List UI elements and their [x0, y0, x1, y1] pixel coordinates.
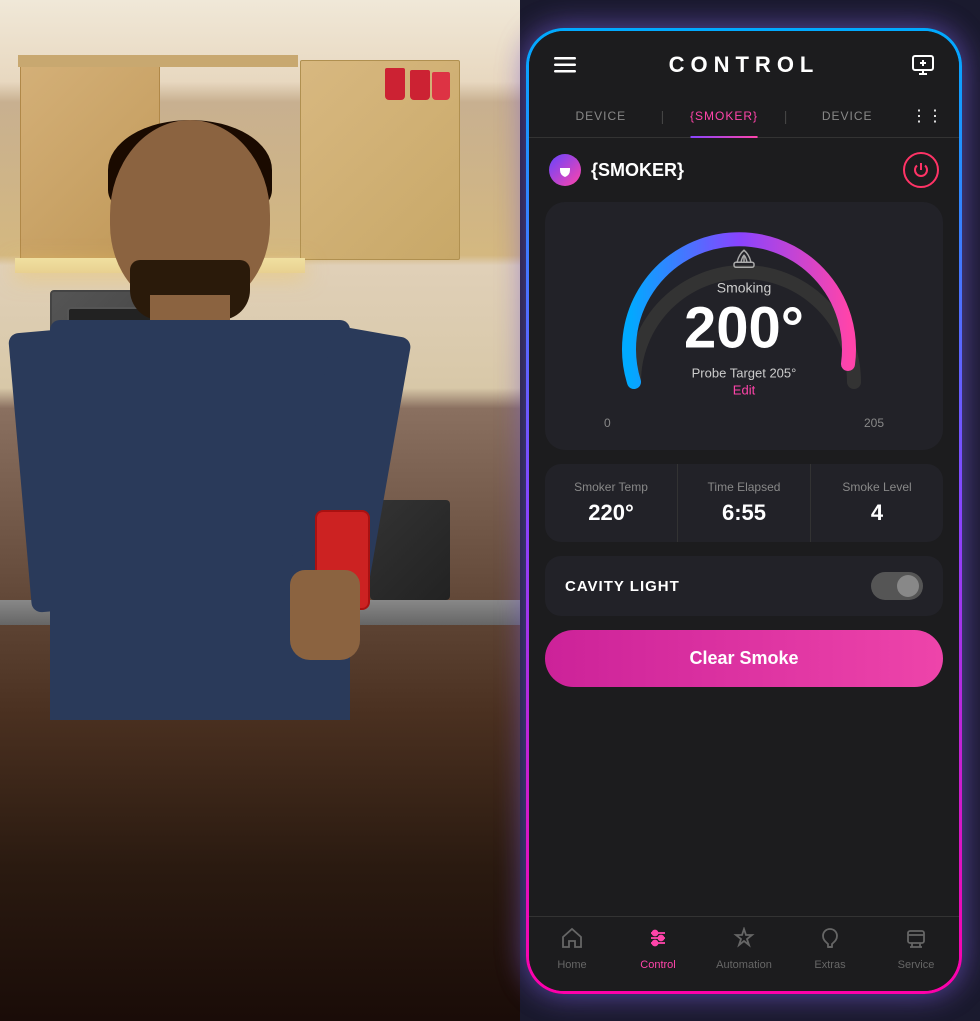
- clear-smoke-button[interactable]: Clear Smoke: [545, 630, 943, 687]
- gauge-scale: 0 205: [604, 416, 884, 430]
- power-button[interactable]: [903, 152, 939, 188]
- tab-separator-1: |: [661, 108, 665, 124]
- nav-extras[interactable]: Extras: [787, 927, 873, 971]
- cavity-light-toggle[interactable]: [871, 572, 923, 600]
- person-hand: [290, 570, 360, 660]
- cup-2: [385, 68, 405, 100]
- app-title: CONTROL: [669, 52, 820, 78]
- stat-smoke-value: 4: [819, 500, 935, 526]
- person: [30, 120, 370, 1020]
- tabs-bar: DEVICE | {SMOKER} | DEVICE ⋮⋮: [529, 95, 959, 138]
- phone-display-area: CONTROL DEVICE: [520, 0, 980, 1021]
- tab-device-1[interactable]: DEVICE: [545, 103, 657, 129]
- stat-time-value: 6:55: [686, 500, 802, 526]
- stat-smoker-temp-value: 220°: [553, 500, 669, 526]
- mode-label: Smoking: [684, 279, 804, 295]
- current-temperature: 200°: [684, 299, 804, 357]
- phone-frame: CONTROL DEVICE: [526, 28, 962, 994]
- nav-automation-label: Automation: [716, 959, 772, 971]
- tab-smoker[interactable]: {SMOKER}: [668, 103, 780, 129]
- menu-icon[interactable]: [549, 49, 581, 81]
- cavity-light-label: CAVITY LIGHT: [565, 578, 680, 595]
- nav-control-label: Control: [640, 959, 675, 971]
- nav-automation[interactable]: Automation: [701, 927, 787, 971]
- extras-icon: [819, 927, 841, 955]
- probe-target-label: Probe Target 205°: [684, 365, 804, 380]
- stat-smoker-temp-label: Smoker Temp: [553, 480, 669, 494]
- toggle-knob: [897, 575, 919, 597]
- stat-smoker-temp: Smoker Temp 220°: [545, 464, 678, 542]
- add-device-icon[interactable]: [907, 49, 939, 81]
- automation-icon: [733, 927, 755, 955]
- cup-1: [410, 70, 430, 100]
- stat-time-elapsed: Time Elapsed 6:55: [678, 464, 811, 542]
- cup-3: [432, 72, 450, 100]
- app-content: {SMOKER}: [529, 138, 959, 916]
- scale-max: 205: [864, 416, 884, 430]
- cabinet-shelf: [18, 55, 298, 67]
- nav-home[interactable]: Home: [529, 927, 615, 971]
- nav-service[interactable]: Service: [873, 927, 959, 971]
- edit-link[interactable]: Edit: [684, 382, 804, 397]
- app-header: CONTROL: [529, 31, 959, 95]
- gauge-wrapper: Smoking 200° Probe Target 205° Edit: [604, 212, 884, 412]
- stat-smoke-level: Smoke Level 4: [811, 464, 943, 542]
- nav-service-label: Service: [898, 959, 935, 971]
- home-icon: [561, 927, 583, 955]
- cavity-light-row: CAVITY LIGHT: [545, 556, 943, 616]
- grid-icon[interactable]: ⋮⋮: [911, 106, 943, 126]
- tab-device-2[interactable]: DEVICE: [791, 103, 903, 129]
- device-icon: [549, 154, 581, 186]
- smoking-icon: [684, 242, 804, 275]
- stat-time-label: Time Elapsed: [686, 480, 802, 494]
- small-appliance: [370, 500, 450, 600]
- app-screen: CONTROL DEVICE: [529, 31, 959, 991]
- stats-row: Smoker Temp 220° Time Elapsed 6:55 Smoke…: [545, 464, 943, 542]
- nav-control[interactable]: Control: [615, 927, 701, 971]
- device-name: {SMOKER}: [591, 160, 903, 181]
- bottom-navigation: Home Con: [529, 916, 959, 991]
- service-icon: [905, 927, 927, 955]
- control-icon: [647, 927, 669, 955]
- nav-home-label: Home: [557, 959, 586, 971]
- nav-extras-label: Extras: [814, 959, 845, 971]
- tab-separator-2: |: [784, 108, 788, 124]
- stat-smoke-label: Smoke Level: [819, 480, 935, 494]
- clear-smoke-label: Clear Smoke: [689, 648, 798, 668]
- kitchen-photo: [0, 0, 520, 1021]
- temperature-gauge: Smoking 200° Probe Target 205° Edit 0 20…: [545, 202, 943, 450]
- scale-min: 0: [604, 416, 611, 430]
- device-row: {SMOKER}: [529, 138, 959, 202]
- gauge-center: Smoking 200° Probe Target 205° Edit: [684, 242, 804, 397]
